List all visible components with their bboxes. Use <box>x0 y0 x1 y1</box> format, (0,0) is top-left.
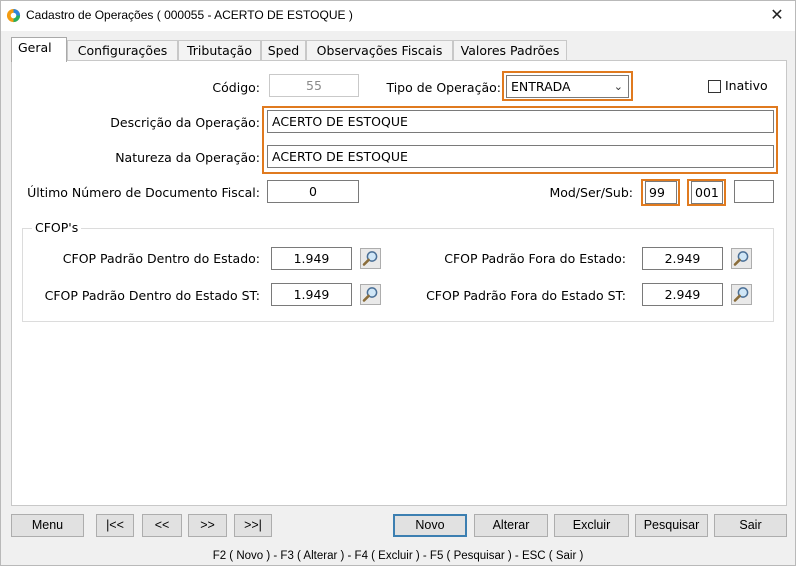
previous-record-button[interactable]: << <box>142 514 182 537</box>
magnifier-icon <box>733 287 749 302</box>
tab-panel-geral: Código: 55 Tipo de Operação: ENTRADA ⌄ I… <box>11 60 787 506</box>
inativo-checkbox[interactable] <box>708 80 721 93</box>
alterar-button[interactable]: Alterar <box>474 514 548 537</box>
next-record-button[interactable]: >> <box>188 514 227 537</box>
menu-button[interactable]: Menu <box>11 514 84 537</box>
tab-geral[interactable]: Geral <box>11 37 67 62</box>
tab-tributacao[interactable]: Tributação <box>178 40 261 61</box>
cfop-dentro-search-button[interactable] <box>360 248 381 269</box>
cfop-dentro-field[interactable]: 1.949 <box>271 247 352 270</box>
cfop-dentro-st-label: CFOP Padrão Dentro do Estado ST: <box>44 288 260 303</box>
codigo-label: Código: <box>212 80 260 95</box>
novo-button[interactable]: Novo <box>393 514 467 537</box>
cfop-dentro-st-field[interactable]: 1.949 <box>271 283 352 306</box>
last-record-button[interactable]: >>| <box>234 514 272 537</box>
cfop-fora-search-button[interactable] <box>731 248 752 269</box>
descricao-field[interactable]: ACERTO DE ESTOQUE <box>267 110 774 133</box>
tab-configuracoes[interactable]: Configurações <box>67 40 178 61</box>
cfop-fora-field[interactable]: 2.949 <box>642 247 723 270</box>
natureza-field[interactable]: ACERTO DE ESTOQUE <box>267 145 774 168</box>
cfop-fora-st-search-button[interactable] <box>731 284 752 305</box>
mod-field[interactable]: 99 <box>645 181 677 204</box>
ser-field[interactable]: 001 <box>691 181 723 204</box>
inativo-label: Inativo <box>725 78 768 93</box>
tab-sped[interactable]: Sped <box>261 40 306 61</box>
cfop-fora-st-field[interactable]: 2.949 <box>642 283 723 306</box>
ultimo-numero-field[interactable]: 0 <box>267 180 359 203</box>
first-record-button[interactable]: |<< <box>96 514 134 537</box>
cfop-dentro-st-search-button[interactable] <box>360 284 381 305</box>
codigo-field: 55 <box>269 74 359 97</box>
natureza-label: Natureza da Operação: <box>115 150 260 165</box>
magnifier-icon <box>733 251 749 266</box>
close-icon[interactable]: ✕ <box>765 4 789 28</box>
sub-field[interactable] <box>734 180 774 203</box>
title-bar: Cadastro de Operações ( 000055 - ACERTO … <box>1 1 795 31</box>
pesquisar-button[interactable]: Pesquisar <box>635 514 708 537</box>
tipo-operacao-label: Tipo de Operação: <box>386 80 501 95</box>
main-window: Cadastro de Operações ( 000055 - ACERTO … <box>0 0 796 566</box>
shortcut-status-bar: F2 ( Novo ) - F3 ( Alterar ) - F4 ( Excl… <box>212 550 584 562</box>
tipo-operacao-value: ENTRADA <box>511 79 571 94</box>
window-title: Cadastro de Operações ( 000055 - ACERTO … <box>26 8 353 22</box>
chevron-down-icon: ⌄ <box>613 80 623 93</box>
cfop-dentro-label: CFOP Padrão Dentro do Estado: <box>62 251 260 266</box>
sair-button[interactable]: Sair <box>714 514 787 537</box>
cfop-fora-label: CFOP Padrão Fora do Estado: <box>444 251 626 266</box>
magnifier-icon <box>362 251 378 266</box>
cfop-fora-st-label: CFOP Padrão Fora do Estado ST: <box>426 288 626 303</box>
ultimo-numero-label: Último Número de Documento Fiscal: <box>27 185 260 200</box>
tab-valores-padroes[interactable]: Valores Padrões <box>453 40 567 61</box>
excluir-button[interactable]: Excluir <box>554 514 629 537</box>
mod-ser-sub-label: Mod/Ser/Sub: <box>549 185 633 200</box>
tab-observacoes-fiscais[interactable]: Observações Fiscais <box>306 40 453 61</box>
tipo-operacao-select[interactable]: ENTRADA ⌄ <box>506 75 629 98</box>
app-logo-icon <box>6 8 21 23</box>
cfop-legend: CFOP's <box>32 220 82 235</box>
cfop-group <box>22 228 774 322</box>
magnifier-icon <box>362 287 378 302</box>
descricao-label: Descrição da Operação: <box>110 115 260 130</box>
